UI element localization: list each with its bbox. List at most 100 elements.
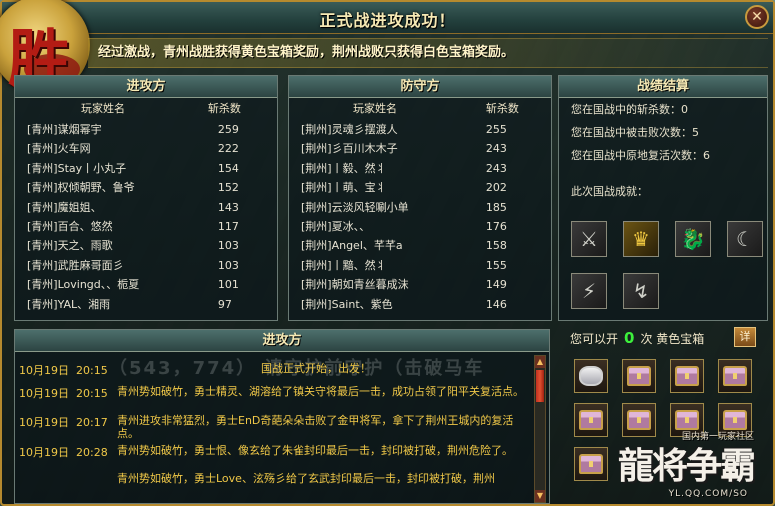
player-name: [青州]魔姐姐、 [27, 200, 102, 214]
table-row: [荆州]丨毅、然丬 243 [289, 159, 551, 178]
defense-table-header: 玩家姓名 斩杀数 [289, 98, 551, 120]
brand-url: YL.QQ.COM/SO [668, 489, 748, 499]
kill-count: 97 [217, 297, 232, 311]
player-name: [青州]谋烟幂宇 [27, 123, 102, 136]
log-time: 20:17 [76, 416, 108, 429]
treasure-chest-item[interactable] [718, 359, 752, 393]
dragon-icon[interactable]: 🐉 [675, 221, 711, 257]
player-name: [荆州]Saint、紫色 [301, 297, 393, 311]
log-datetime: 10月19日 20:15 [19, 362, 119, 378]
kill-count: 176 [485, 219, 507, 233]
battle-result-window: 正式战进攻成功！ ✕ 胜 经过激战，青州战胜获得黄色宝箱奖励，荆州战败只获得白色… [0, 0, 775, 506]
table-row: [青州]武胜麻哥面彡 103 [15, 256, 277, 275]
kill-count: 158 [485, 239, 507, 253]
table-row: [青州]Lovingd、、栀夏 101 [15, 275, 277, 294]
treasure-chest-item[interactable] [622, 359, 656, 393]
battle-log-panel: 进攻方 （543，774） 请守护前守护（击破马车 10月19日 20:15 国战… [14, 329, 550, 504]
kill-count: 149 [485, 278, 507, 292]
log-time: 20:28 [76, 446, 108, 459]
kill-count: 259 [217, 123, 239, 136]
open-suffix: 次 黄色宝箱 [640, 332, 705, 346]
col-player-name: 玩家姓名 [353, 102, 397, 115]
table-row: [荆州]丨黯、然丬 155 [289, 256, 551, 275]
player-name: [青州]天之、雨歌 [27, 239, 113, 253]
open-count-line: 您可以开 0 次 黄色宝箱 [570, 329, 704, 347]
table-row: [青州]权倾朝野、鲁爷 152 [15, 178, 277, 197]
table-row: [荆州]灵魂彡摆渡人 255 [289, 120, 551, 139]
scroll-up-icon[interactable]: ▲ [535, 356, 545, 368]
attack-panel: 进攻方 玩家姓名 斩杀数 [青州]谋烟幂宇 259 [青州]火车网 222 [青州]St… [14, 75, 278, 321]
reward-area: 您可以开 0 次 黄色宝箱 详 国内第一玩家社区 龍将争霸 YL.QQ.COM/SO [558, 325, 768, 505]
table-row: [荆州]朝如青丝暮成沫 149 [289, 275, 551, 294]
crossed-blades-icon[interactable]: ⚔ [571, 221, 607, 257]
stats-panel-header: 战绩结算 [559, 76, 767, 98]
title-bar: 正式战进攻成功！ ✕ [2, 2, 773, 34]
log-date: 10月19日 [19, 387, 69, 400]
attack-table: 玩家姓名 斩杀数 [青州]谋烟幂宇 259 [青州]火车网 222 [青州]Stay丨小… [15, 98, 277, 314]
lightning-fist-icon[interactable]: ⚡ [571, 273, 607, 309]
log-text: 国战正式开始，出发！ [261, 362, 371, 375]
player-name: [青州]武胜麻哥面彡 [27, 258, 124, 272]
log-datetime: 10月19日 20:17 [19, 414, 119, 430]
col-player-name: 玩家姓名 [81, 102, 125, 115]
crescent-blade-icon[interactable]: ☾ [727, 221, 763, 257]
kill-count: 101 [217, 278, 239, 292]
log-scrollbar[interactable]: ▲ ▼ [534, 355, 546, 503]
log-time: 20:15 [76, 387, 108, 400]
kill-count: 255 [485, 123, 507, 136]
close-button[interactable]: ✕ [745, 5, 769, 29]
player-name: [青州]百合、悠然 [27, 219, 113, 233]
achievements-label: 此次国战成就： [571, 185, 648, 198]
player-name: [青州]权倾朝野、鲁爷 [27, 181, 135, 195]
table-row: [荆州]云淡风轻唰小单 185 [289, 198, 551, 217]
player-name: [荆州]灵魂彡摆渡人 [301, 123, 398, 136]
kill-count: 103 [217, 239, 239, 253]
table-row: [荆州]彡百川木木子 243 [289, 139, 551, 158]
table-row: [青州]百合、悠然 117 [15, 217, 277, 236]
log-date: 10月19日 [19, 416, 69, 429]
table-row: [青州]魔姐姐、 143 [15, 198, 277, 217]
treasure-chest-item[interactable] [670, 359, 704, 393]
kill-count: 103 [217, 258, 239, 272]
deaths-stat: 您在国战中被击败次数：5 [571, 126, 699, 139]
player-name: [荆州]丨黯、然丬 [301, 258, 387, 272]
player-name: [荆州]云淡风轻唰小单 [301, 200, 409, 214]
col-kills: 斩杀数 [485, 102, 519, 115]
log-datetime [19, 472, 119, 485]
log-time: 20:15 [76, 364, 108, 377]
detail-button[interactable]: 详 [734, 327, 756, 347]
player-name: [荆州]丨毅、然丬 [301, 161, 387, 175]
kill-count: 243 [485, 161, 507, 175]
open-prefix: 您可以开 [570, 332, 619, 346]
player-name: [荆州]朝如青丝暮成沫 [301, 278, 409, 292]
table-row: [青州]天之、雨歌 103 [15, 236, 277, 255]
treasure-chest-item[interactable] [574, 447, 608, 481]
treasure-chest-item[interactable] [574, 403, 608, 437]
sword-wave-icon[interactable]: ↯ [623, 273, 659, 309]
table-row: [青州]谋烟幂宇 259 [15, 120, 277, 139]
scroll-thumb[interactable] [536, 370, 544, 402]
log-date: 10月19日 [19, 446, 69, 459]
player-name: [荆州]丨萌、宝丬 [301, 181, 387, 195]
table-row: [荆州]夏冰、、 176 [289, 217, 551, 236]
kill-count: 222 [217, 142, 239, 156]
log-text: 青州势如破竹，勇士Love、泫殇彡给了玄武封印最后一击，封印被打破，荆州 [117, 472, 495, 485]
table-row: [青州]火车网 222 [15, 139, 277, 158]
player-name: [荆州]夏冰、、 [301, 219, 371, 233]
battle-log-header: 进攻方 [15, 330, 549, 352]
kill-count: 152 [217, 181, 239, 195]
log-text: 青州势如破竹，勇士精灵、湖溶给了镇关守将最后一击，成功占领了阳平关复活点。 [117, 385, 524, 398]
battle-log-body: （543，774） 请守护前守护（击破马车 10月19日 20:15 国战正式开始… [15, 352, 549, 503]
result-message: 经过激战，青州战胜获得黄色宝箱奖励，荆州战败只获得白色宝箱奖励。 [98, 45, 515, 60]
defense-table: 玩家姓名 斩杀数 [荆州]灵魂彡摆渡人 255 [荆州]彡百川木木子 243 [荆州]丨… [289, 98, 551, 314]
silver-ingot-item[interactable] [574, 359, 608, 393]
kill-count: 154 [217, 161, 239, 175]
player-name: [青州]YAL、湘雨 [27, 297, 111, 311]
brand-name: 龍将争霸 [617, 445, 756, 487]
attack-table-header: 玩家姓名 斩杀数 [15, 98, 277, 120]
player-name: [青州]Lovingd、、栀夏 [27, 278, 140, 292]
golden-warrior-icon[interactable]: ♛ [623, 221, 659, 257]
table-row: [青州]Stay丨小丸子 154 [15, 159, 277, 178]
scroll-down-icon[interactable]: ▼ [535, 490, 545, 502]
log-text: 青州势如破竹，勇士恨、像玄给了朱雀封印最后一击，封印被打破，荆州危险了。 [117, 444, 513, 457]
